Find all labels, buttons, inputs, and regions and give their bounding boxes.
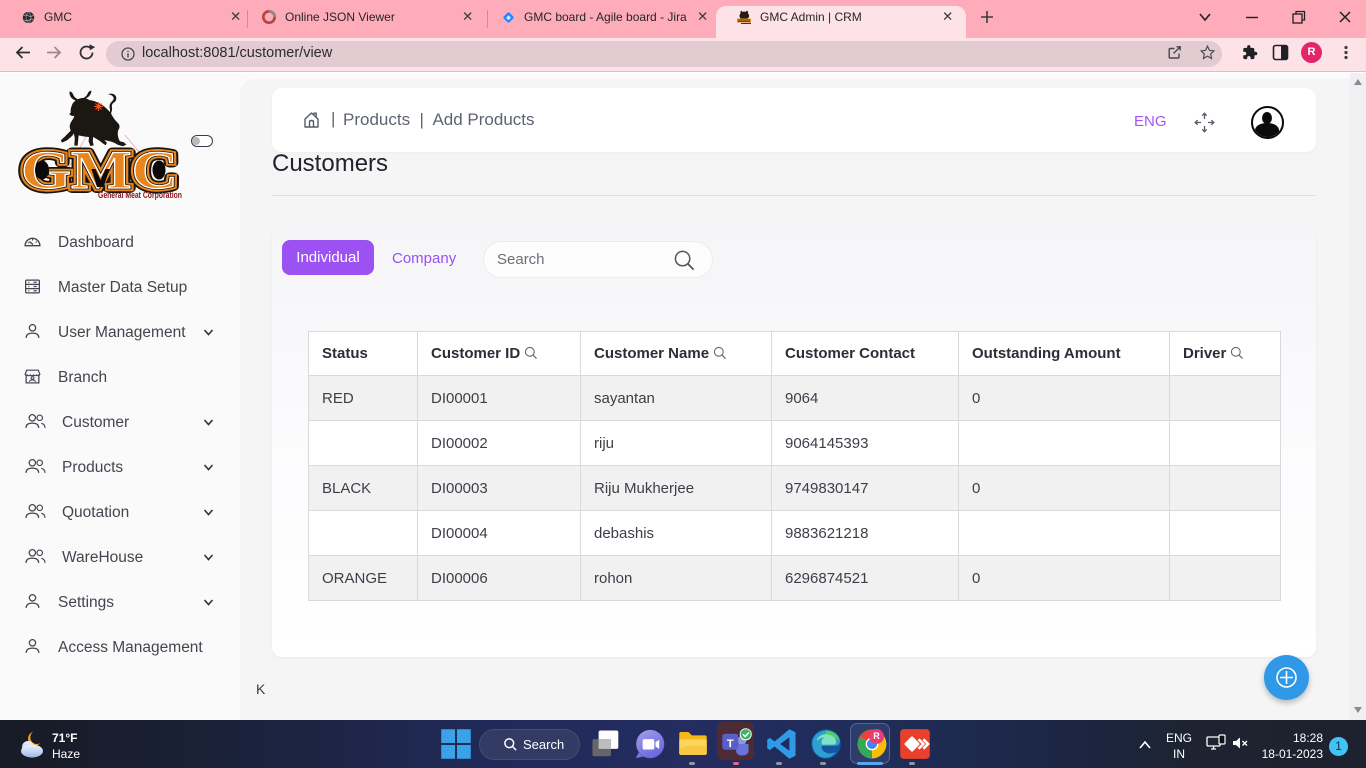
svg-text:General Meat Corporation: General Meat Corporation [98, 190, 182, 200]
svg-text:T: T [727, 738, 734, 750]
